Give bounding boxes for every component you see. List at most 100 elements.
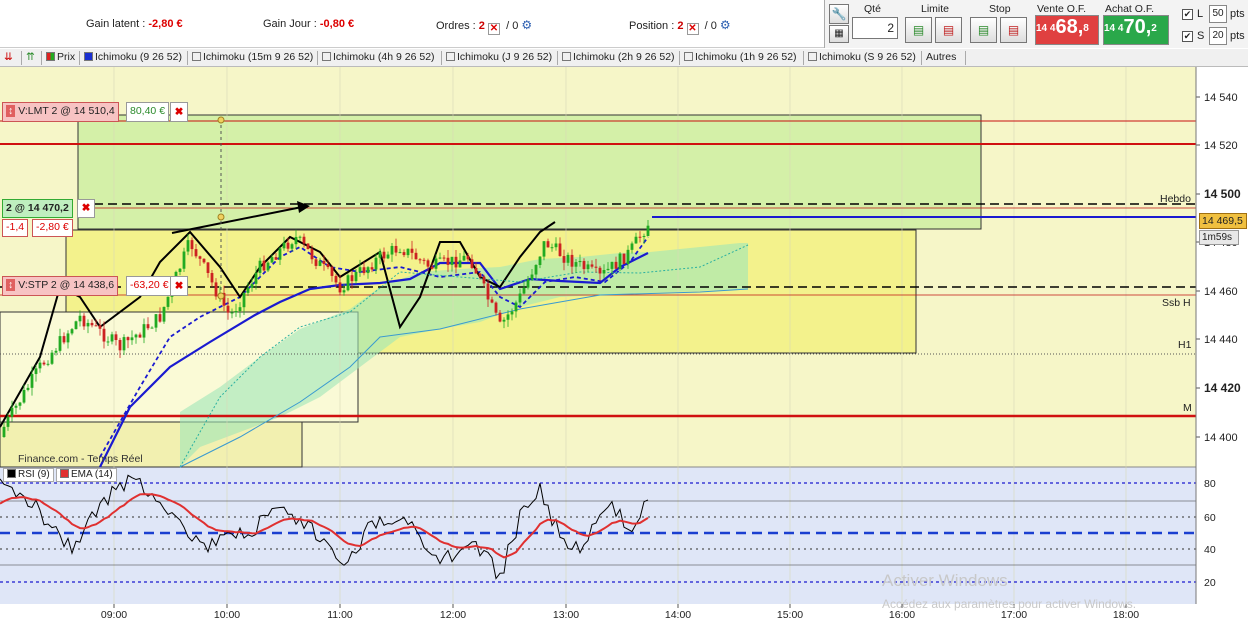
candle-body (570, 254, 574, 267)
candle-body (338, 282, 342, 293)
indicator-others-button[interactable]: Autres (924, 51, 966, 65)
stop-order-tag[interactable]: ↕ V:STP 2 @ 14 438,6 (2, 276, 119, 296)
position-count: 2 (677, 20, 684, 32)
price-axis-tick-label: 14 440 (1204, 334, 1238, 346)
candle-body (294, 236, 298, 245)
candle-body (226, 305, 230, 313)
indicator-ichimoku-main[interactable]: Ichimoku (9 26 52) (82, 51, 188, 65)
price-axis-tick-label: 14 460 (1204, 286, 1238, 298)
candle-body (498, 312, 502, 322)
candle-body (102, 328, 106, 342)
add-indicator-icon[interactable]: ⇈ (24, 51, 42, 65)
cancel-orders-icon[interactable]: ✕ (487, 23, 500, 35)
limit-order-tag[interactable]: ↕ V:LMT 2 @ 14 510,4 (2, 102, 119, 122)
candle-body (402, 252, 406, 256)
indicator-label: Prix (57, 51, 76, 63)
indicator-ichimoku-15m[interactable]: Ichimoku (15m 9 26 52) (190, 51, 318, 65)
candle-body (410, 248, 414, 253)
candle-body (134, 334, 138, 338)
candle-body (518, 293, 522, 303)
keypad-icon[interactable]: ▦ (829, 25, 849, 43)
current-price-label: 14 469,5 (1199, 213, 1247, 229)
candle-body (502, 319, 506, 322)
indicator-ichimoku-2h[interactable]: Ichimoku (2h 9 26 52) (560, 51, 680, 65)
candle-body (638, 236, 642, 238)
candle-body (342, 290, 346, 293)
candle-body (346, 275, 350, 291)
marker-dot[interactable] (217, 292, 225, 300)
rsi-legend[interactable]: RSI (9) (3, 468, 54, 482)
close-position-tag-icon[interactable]: ✖ (77, 199, 95, 218)
activate-windows-subtitle: Accédez aux paramètres pour activer Wind… (882, 597, 1137, 611)
candle-body (406, 248, 410, 256)
l-checkbox[interactable]: ✔ (1182, 9, 1193, 20)
candle-body (18, 402, 22, 406)
candle-body (14, 405, 18, 408)
buy-price-button[interactable]: 14 470,2 (1103, 15, 1169, 45)
s-points-input[interactable]: 20 (1209, 27, 1227, 45)
candle-body (230, 312, 234, 314)
orders-label: Ordres : (436, 20, 476, 32)
time-axis-tick-label: 09:00 (101, 609, 127, 621)
candle-body (62, 336, 66, 343)
remove-indicator-icon[interactable]: ⇊ (2, 51, 22, 65)
qty-input[interactable]: 2 (852, 17, 898, 39)
position-settings-gear-icon[interactable]: ⚙ (720, 18, 731, 32)
indicator-ichimoku-1h[interactable]: Ichimoku (1h 9 26 52) (682, 51, 804, 65)
candle-body (598, 267, 602, 274)
candle-body (590, 264, 594, 267)
position-tag[interactable]: 2 @ 14 470,2 (2, 199, 73, 218)
buy-price-main: 70, (1123, 16, 1152, 38)
candle-body (522, 287, 526, 294)
indicator-ichimoku-j[interactable]: Ichimoku (J 9 26 52) (444, 51, 558, 65)
cancel-stop-order-icon[interactable]: ✖ (170, 276, 188, 296)
l-points-input[interactable]: 50 (1209, 5, 1227, 23)
buy-price-suffix: 2 (1151, 23, 1157, 34)
candle-body (58, 336, 62, 351)
candle-body (94, 325, 98, 327)
candle-body (198, 256, 202, 259)
account-summary-bar: Gain latent : -2,80 € Gain Jour : -0,80 … (0, 0, 824, 48)
candle-body (82, 315, 86, 327)
marker-dot[interactable] (217, 116, 225, 124)
time-axis-tick-label: 10:00 (214, 609, 240, 621)
price-chart-svg[interactable]: 14 54014 52014 50014 48014 46014 44014 4… (0, 67, 1248, 624)
candle-body (214, 282, 218, 297)
candle-body (526, 279, 530, 288)
candle-body (34, 368, 38, 375)
indicator-ichimoku-s[interactable]: Ichimoku (S 9 26 52) (806, 51, 922, 65)
stop-buy-button[interactable]: ▤ (970, 17, 997, 43)
drag-handle-icon[interactable]: ↕ (6, 279, 16, 291)
stop-order-gain: -63,20 € (126, 276, 173, 296)
chart-area[interactable]: 14 54014 52014 50014 48014 46014 44014 4… (0, 67, 1248, 624)
s-checkbox[interactable]: ✔ (1182, 31, 1193, 42)
candle-body (470, 259, 474, 268)
candle-body (114, 334, 118, 341)
limit-order-gain: 80,40 € (126, 102, 170, 122)
candle-body (206, 262, 210, 274)
indicator-price[interactable]: Prix (44, 51, 80, 65)
close-position-icon[interactable]: ✕ (686, 23, 699, 35)
candle-body (382, 251, 386, 259)
candle-body (66, 333, 70, 343)
candle-body (546, 241, 550, 248)
stop-sell-button[interactable]: ▤ (1000, 17, 1027, 43)
time-axis-tick-label: 13:00 (553, 609, 579, 621)
position-summary: Position : 2 ✕ / 0 ⚙ (629, 18, 731, 35)
limit-buy-button[interactable]: ▤ (905, 17, 932, 43)
limit-sell-button[interactable]: ▤ (935, 17, 962, 43)
candle-body (154, 314, 158, 328)
candle-body (242, 292, 246, 308)
indicator-ichimoku-4h[interactable]: Ichimoku (4h 9 26 52) (320, 51, 442, 65)
sell-price-button[interactable]: 14 468,8 (1035, 15, 1099, 45)
cancel-limit-order-icon[interactable]: ✖ (170, 102, 188, 122)
orders-summary: Ordres : 2 ✕ / 0 ⚙ (436, 18, 533, 35)
gain-latent: Gain latent : -2,80 € (86, 18, 183, 30)
wrench-icon[interactable]: 🔧 (829, 4, 849, 24)
rsi-axis-tick-label: 40 (1204, 544, 1216, 556)
marker-dot[interactable] (217, 213, 225, 221)
candle-body (290, 244, 294, 249)
drag-handle-icon[interactable]: ↕ (6, 105, 16, 117)
ema-legend[interactable]: EMA (14) (56, 468, 117, 482)
orders-settings-gear-icon[interactable]: ⚙ (521, 18, 532, 32)
